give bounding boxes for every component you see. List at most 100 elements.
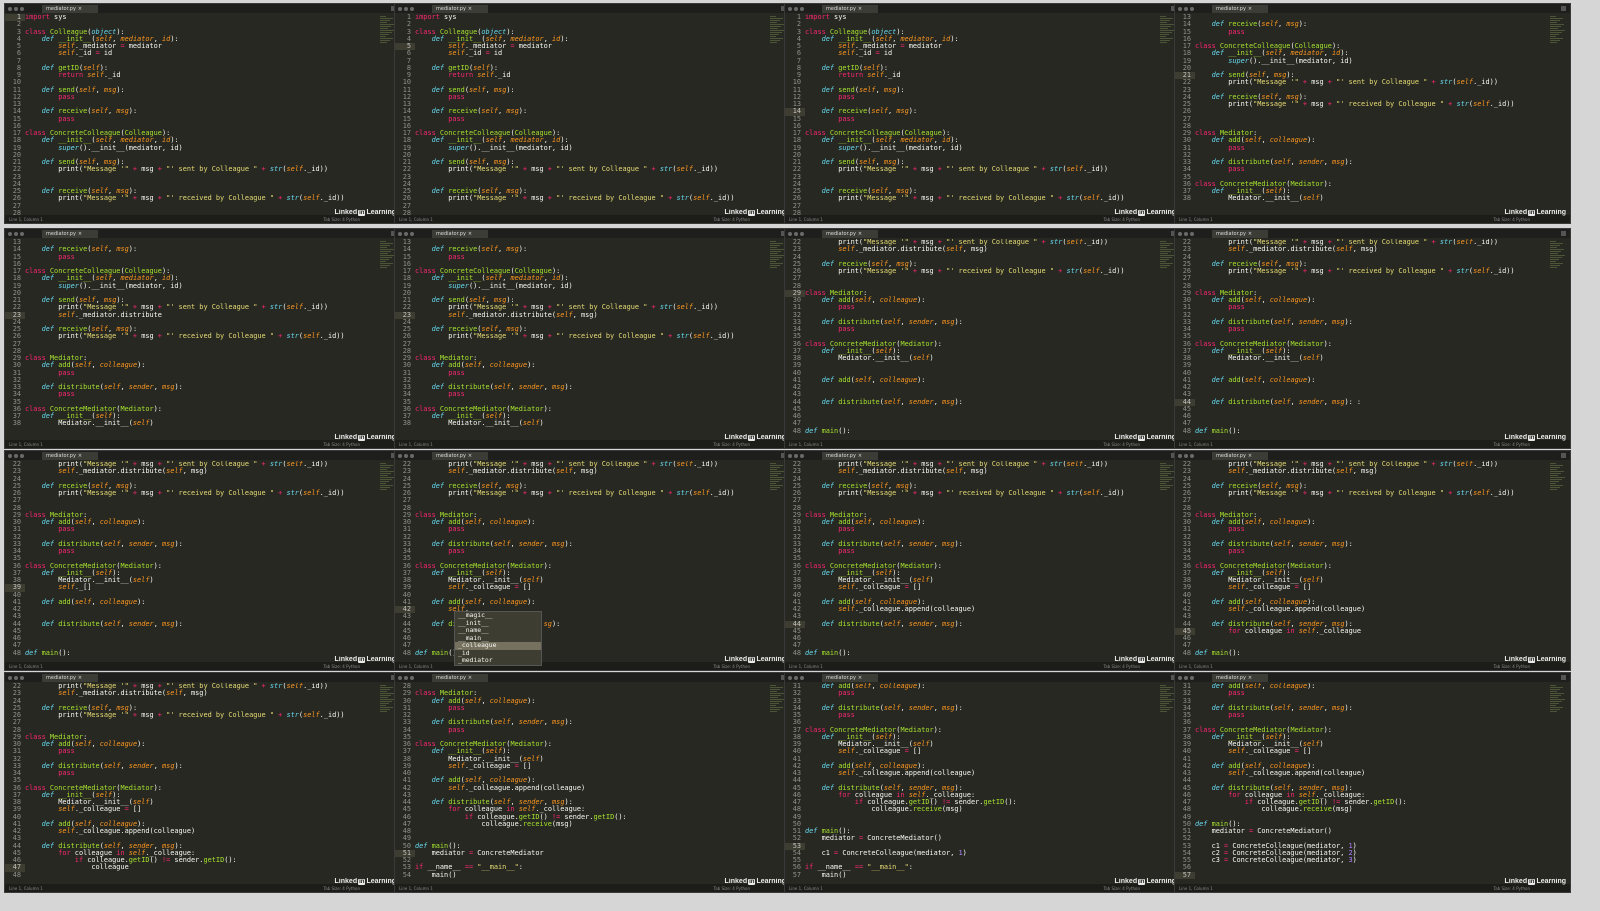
status-syntax[interactable]: Tab Size: 4 Python xyxy=(713,217,750,222)
zoom-icon[interactable] xyxy=(800,6,804,11)
code-area[interactable]: 1 import sys 2 3 class Colleague(object): 4 d… xyxy=(395,14,770,215)
code-area[interactable]: 22 print("Message '" + msg + "' sent by … xyxy=(395,461,770,662)
tab-close-icon[interactable]: × xyxy=(1248,231,1252,237)
editor-window[interactable]: mediator.py × 22 print("Message '" + msg +… xyxy=(784,450,1181,671)
editor-window[interactable]: mediator.py × 13 14 def receive(self, msg):… xyxy=(4,228,401,449)
file-tab[interactable]: mediator.py × xyxy=(1212,4,1269,13)
minimize-icon[interactable] xyxy=(1184,453,1188,458)
minimap[interactable] xyxy=(1550,241,1566,281)
close-icon[interactable] xyxy=(788,453,792,458)
tab-close-icon[interactable]: × xyxy=(1248,453,1252,459)
minimap[interactable] xyxy=(1550,685,1566,725)
file-tab[interactable]: mediator.py × xyxy=(42,4,99,13)
close-icon[interactable] xyxy=(8,6,12,11)
code-area[interactable]: 28 29 class Mediator: 30 def add(self, coll… xyxy=(395,683,770,884)
minimize-icon[interactable] xyxy=(14,675,18,680)
editor-window[interactable]: mediator.py × 1 import sys 2 3 class Colleague… xyxy=(4,3,401,224)
status-syntax[interactable]: Tab Size: 4 Python xyxy=(323,442,360,447)
editor-window[interactable]: mediator.py × 22 print("Message '" + msg +… xyxy=(4,672,401,893)
status-syntax[interactable]: Tab Size: 4 Python xyxy=(1103,664,1140,669)
close-icon[interactable] xyxy=(8,675,12,680)
status-syntax[interactable]: Tab Size: 4 Python xyxy=(1493,886,1530,891)
file-tab[interactable]: mediator.py × xyxy=(822,4,879,13)
tab-close-icon[interactable]: × xyxy=(78,6,82,12)
zoom-icon[interactable] xyxy=(20,6,24,11)
minimap[interactable] xyxy=(1550,463,1566,503)
close-icon[interactable] xyxy=(788,6,792,11)
status-syntax[interactable]: Tab Size: 4 Python xyxy=(323,217,360,222)
editor-window[interactable]: mediator.py × 31 def add(self, colleague):… xyxy=(1174,672,1571,893)
status-syntax[interactable]: Tab Size: 4 Python xyxy=(1103,217,1140,222)
zoom-icon[interactable] xyxy=(800,231,804,236)
tab-close-icon[interactable]: × xyxy=(858,453,862,459)
minimize-icon[interactable] xyxy=(794,453,798,458)
editor-window[interactable]: mediator.py × 22 print("Message '" + msg +… xyxy=(784,228,1181,449)
tab-menu-icon[interactable] xyxy=(1561,231,1566,236)
file-tab[interactable]: mediator.py × xyxy=(1212,451,1269,460)
editor-window[interactable]: mediator.py × 1 import sys 2 3 class Colleague… xyxy=(784,3,1181,224)
minimize-icon[interactable] xyxy=(794,231,798,236)
code-area[interactable]: 22 print("Message '" + msg + "' sent by … xyxy=(5,683,380,884)
close-icon[interactable] xyxy=(398,231,402,236)
status-syntax[interactable]: Tab Size: 4 Python xyxy=(1493,217,1530,222)
zoom-icon[interactable] xyxy=(1190,675,1194,680)
minimize-icon[interactable] xyxy=(404,231,408,236)
file-tab[interactable]: mediator.py × xyxy=(432,673,489,682)
close-icon[interactable] xyxy=(398,675,402,680)
zoom-icon[interactable] xyxy=(800,675,804,680)
close-icon[interactable] xyxy=(398,453,402,458)
status-syntax[interactable]: Tab Size: 4 Python xyxy=(323,886,360,891)
close-icon[interactable] xyxy=(8,231,12,236)
minimize-icon[interactable] xyxy=(404,453,408,458)
tab-close-icon[interactable]: × xyxy=(78,453,82,459)
zoom-icon[interactable] xyxy=(1190,6,1194,11)
tab-close-icon[interactable]: × xyxy=(1248,6,1252,12)
editor-window[interactable]: mediator.py × 22 print("Message '" + msg +… xyxy=(4,450,401,671)
close-icon[interactable] xyxy=(788,675,792,680)
code-area[interactable]: 22 print("Message '" + msg + "' sent by … xyxy=(785,239,1160,440)
zoom-icon[interactable] xyxy=(410,453,414,458)
code-area[interactable]: 13 14 def receive(self, msg): 15 pass 16 17 c… xyxy=(1175,14,1550,215)
code-area[interactable]: 22 print("Message '" + msg + "' sent by … xyxy=(1175,239,1550,440)
tab-close-icon[interactable]: × xyxy=(858,6,862,12)
minimize-icon[interactable] xyxy=(14,453,18,458)
tab-menu-icon[interactable] xyxy=(1561,675,1566,680)
close-icon[interactable] xyxy=(398,6,402,11)
editor-window[interactable]: mediator.py × 1 import sys 2 3 class Colleague… xyxy=(394,3,791,224)
close-icon[interactable] xyxy=(1178,453,1182,458)
close-icon[interactable] xyxy=(1178,675,1182,680)
tab-close-icon[interactable]: × xyxy=(468,231,472,237)
editor-window[interactable]: mediator.py × 22 print("Message '" + msg +… xyxy=(1174,228,1571,449)
minimize-icon[interactable] xyxy=(404,675,408,680)
code-area[interactable]: 31 def add(self, colleague): 32 pass 33 34 … xyxy=(1175,683,1550,884)
zoom-icon[interactable] xyxy=(20,231,24,236)
zoom-icon[interactable] xyxy=(410,6,414,11)
code-area[interactable]: 22 print("Message '" + msg + "' sent by … xyxy=(5,461,380,662)
editor-window[interactable]: mediator.py × 13 14 def receive(self, msg):… xyxy=(394,228,791,449)
minimize-icon[interactable] xyxy=(1184,675,1188,680)
status-syntax[interactable]: Tab Size: 4 Python xyxy=(713,664,750,669)
code-area[interactable]: 13 14 def receive(self, msg): 15 pass 16 17 c… xyxy=(5,239,380,440)
status-syntax[interactable]: Tab Size: 4 Python xyxy=(713,442,750,447)
minimize-icon[interactable] xyxy=(794,6,798,11)
close-icon[interactable] xyxy=(1178,6,1182,11)
zoom-icon[interactable] xyxy=(20,453,24,458)
file-tab[interactable]: mediator.py × xyxy=(1212,229,1269,238)
file-tab[interactable]: mediator.py × xyxy=(432,4,489,13)
autocomplete-popup[interactable]: __magic__ __init__ __name__ __main__ _collea… xyxy=(454,611,542,666)
tab-close-icon[interactable]: × xyxy=(78,675,82,681)
status-syntax[interactable]: Tab Size: 4 Python xyxy=(1103,442,1140,447)
minimize-icon[interactable] xyxy=(1184,231,1188,236)
file-tab[interactable]: mediator.py × xyxy=(432,229,489,238)
minimize-icon[interactable] xyxy=(404,6,408,11)
status-syntax[interactable]: Tab Size: 4 Python xyxy=(1493,664,1530,669)
file-tab[interactable]: mediator.py × xyxy=(822,673,879,682)
code-area[interactable]: 22 print("Message '" + msg + "' sent by … xyxy=(785,461,1160,662)
editor-window[interactable]: mediator.py × 22 print("Message '" + msg +… xyxy=(394,450,791,671)
zoom-icon[interactable] xyxy=(410,675,414,680)
editor-window[interactable]: mediator.py × 28 29 class Mediator: 30 def ad… xyxy=(394,672,791,893)
zoom-icon[interactable] xyxy=(800,453,804,458)
file-tab[interactable]: mediator.py × xyxy=(42,451,99,460)
code-area[interactable]: 13 14 def receive(self, msg): 15 pass 16 17 c… xyxy=(395,239,770,440)
status-syntax[interactable]: Tab Size: 4 Python xyxy=(1493,442,1530,447)
